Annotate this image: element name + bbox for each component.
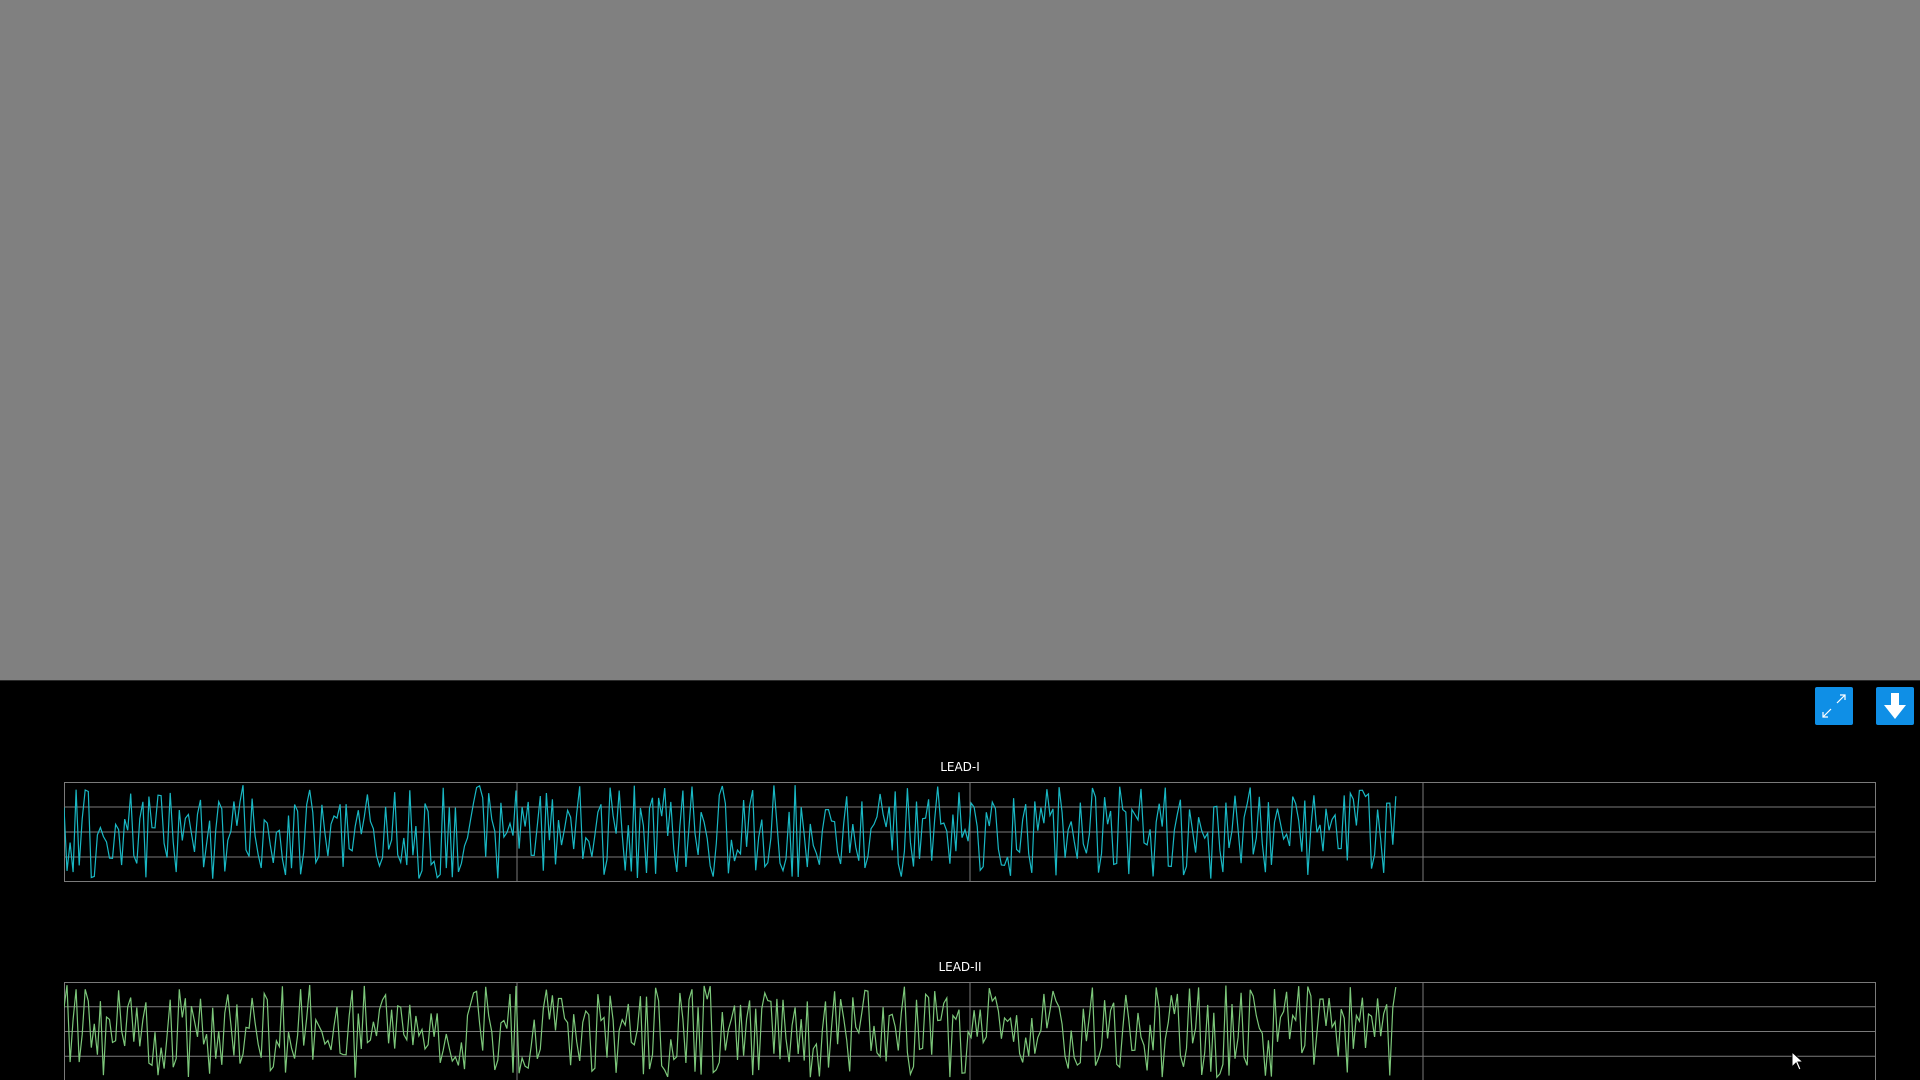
lead-2-title: LEAD-II bbox=[938, 960, 982, 974]
download-arrow-icon bbox=[1884, 693, 1906, 719]
expand-button[interactable] bbox=[1815, 687, 1853, 725]
empty-workspace bbox=[0, 0, 1920, 680]
download-button[interactable] bbox=[1876, 687, 1914, 725]
ecg-monitor-panel: LEAD-I LEAD-II bbox=[0, 680, 1920, 1080]
mouse-cursor-icon bbox=[1791, 1051, 1805, 1071]
lead-1-chart bbox=[64, 782, 1876, 882]
lead-2-chart bbox=[64, 982, 1876, 1080]
expand-arrows-icon bbox=[1822, 694, 1846, 718]
lead-1-title: LEAD-I bbox=[940, 760, 980, 774]
